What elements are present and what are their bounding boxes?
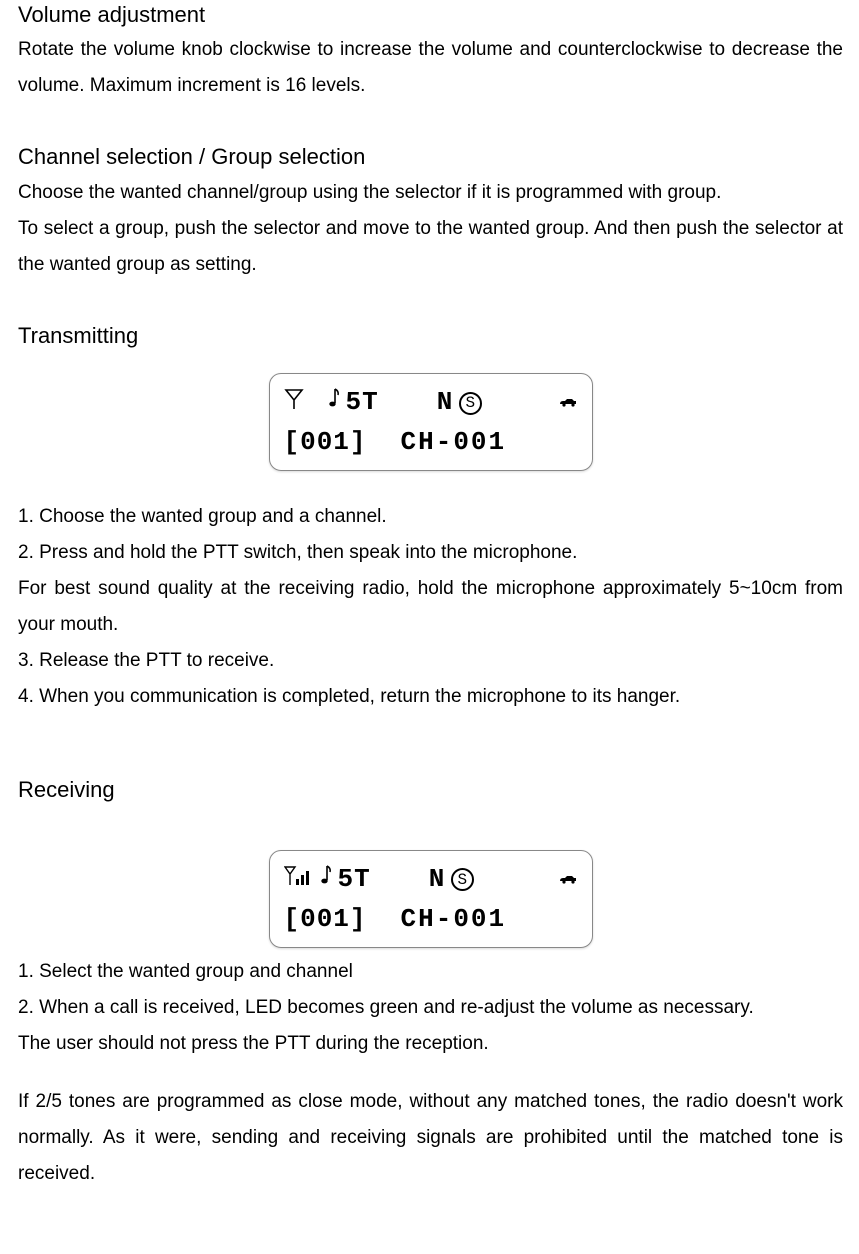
paragraph-channel-2: To select a group, push the selector and… [18, 211, 843, 283]
lcd-s-circle: S [451, 868, 474, 891]
lcd-row-2: [001] CH-001 [284, 424, 578, 460]
section-title-channel: Channel selection / Group selection [18, 144, 843, 170]
lcd-n: N [429, 864, 446, 894]
section-title-transmitting: Transmitting [18, 323, 843, 349]
lcd-row-1: 5T N S [284, 861, 578, 897]
transmitting-step-3: 3. Release the PTT to receive. [18, 643, 843, 679]
lcd-5t: 5T [346, 387, 379, 417]
transmitting-step-2: 2. Press and hold the PTT switch, then s… [18, 535, 843, 571]
lcd-figure-receiving: 5T N S [001] CH-001 [18, 848, 843, 954]
spacer [18, 808, 843, 848]
receiving-note-2: If 2/5 tones are programmed as close mod… [18, 1084, 843, 1192]
spacer [18, 1062, 843, 1084]
receiving-step-1: 1. Select the wanted group and channel [18, 954, 843, 990]
paragraph-volume: Rotate the volume knob clockwise to incr… [18, 32, 843, 104]
note-icon [318, 864, 332, 894]
antenna-bars-icon [284, 864, 312, 894]
lcd-screen: 5T N S [001] CH-001 [269, 373, 593, 471]
car-icon [558, 873, 578, 885]
car-icon [558, 396, 578, 408]
lcd-group: [001] [284, 904, 367, 934]
lcd-channel: CH-001 [401, 427, 507, 457]
section-title-volume: Volume adjustment [18, 2, 843, 28]
lcd-5t: 5T [338, 864, 371, 894]
lcd-row-2: [001] CH-001 [284, 901, 578, 937]
lcd-n: N [437, 387, 454, 417]
spacer [18, 477, 843, 499]
spacer [18, 104, 843, 144]
paragraph-channel-1: Choose the wanted channel/group using th… [18, 175, 843, 211]
transmitting-step-note: For best sound quality at the receiving … [18, 571, 843, 643]
transmitting-step-1: 1. Choose the wanted group and a channel… [18, 499, 843, 535]
lcd-screen: 5T N S [001] CH-001 [269, 850, 593, 948]
page: Volume adjustment Rotate the volume knob… [0, 0, 859, 1254]
lcd-figure-transmitting: 5T N S [001] CH-001 [18, 371, 843, 477]
section-title-receiving: Receiving [18, 777, 843, 803]
transmitting-step-4: 4. When you communication is completed, … [18, 679, 843, 715]
antenna-icon [284, 387, 304, 417]
receiving-note-1: The user should not press the PTT during… [18, 1026, 843, 1062]
spacer [18, 353, 843, 371]
receiving-step-2: 2. When a call is received, LED becomes … [18, 990, 843, 1026]
spacer [18, 283, 843, 323]
spacer [18, 755, 843, 777]
lcd-s-circle: S [459, 392, 482, 415]
spacer [18, 715, 843, 755]
lcd-channel: CH-001 [401, 904, 507, 934]
lcd-group: [001] [284, 427, 367, 457]
lcd-row-1: 5T N S [284, 384, 578, 420]
note-icon [326, 387, 340, 417]
